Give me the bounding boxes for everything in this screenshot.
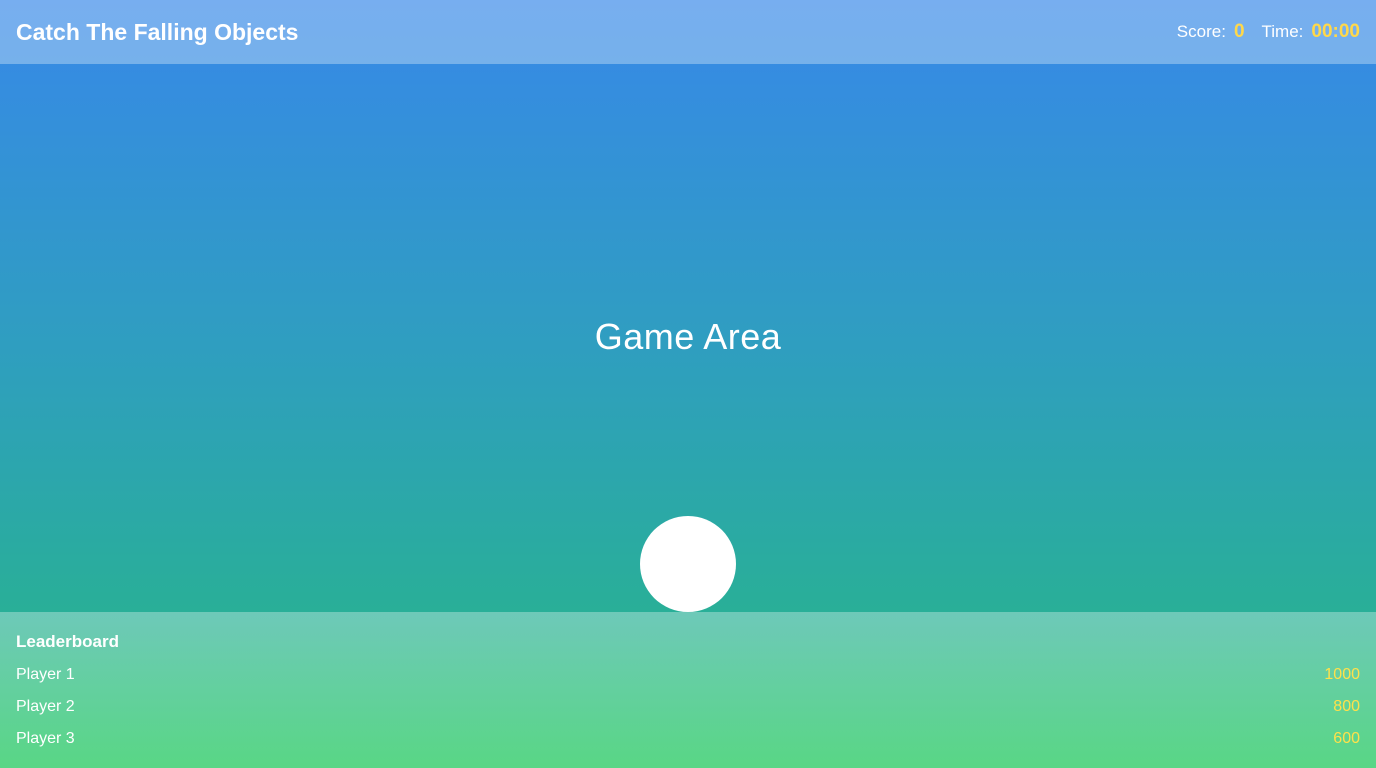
leaderboard-row: Player 1 1000 bbox=[16, 664, 1360, 696]
player-score: 800 bbox=[1333, 698, 1360, 715]
leaderboard-list: Player 1 1000 Player 2 800 Player 3 600 bbox=[16, 664, 1360, 760]
score-stat: Score: 0 bbox=[1177, 21, 1245, 43]
player-score: 1000 bbox=[1324, 666, 1360, 683]
player-name: Player 1 bbox=[16, 666, 75, 683]
game-screen: Catch The Falling Objects Score: 0 Time:… bbox=[0, 0, 1376, 768]
player-name: Player 2 bbox=[16, 698, 75, 715]
leaderboard: Leaderboard Player 1 1000 Player 2 800 P… bbox=[0, 612, 1376, 768]
player-name: Player 3 bbox=[16, 730, 75, 747]
game-title: Catch The Falling Objects bbox=[16, 18, 299, 45]
score-value: 0 bbox=[1233, 21, 1245, 42]
top-bar: Catch The Falling Objects Score: 0 Time:… bbox=[0, 0, 1376, 64]
time-stat: Time: 00:00 bbox=[1262, 21, 1360, 43]
game-area[interactable]: Game Area bbox=[0, 64, 1376, 612]
leaderboard-title: Leaderboard bbox=[16, 632, 119, 651]
leaderboard-row: Player 3 600 bbox=[16, 728, 1360, 760]
score-label: Score: bbox=[1176, 22, 1226, 41]
leaderboard-row: Player 2 800 bbox=[16, 696, 1360, 728]
stats-panel: Score: 0 Time: 00:00 bbox=[1177, 21, 1360, 43]
player-catcher[interactable] bbox=[640, 516, 736, 612]
time-value: 00:00 bbox=[1311, 21, 1360, 42]
player-score: 600 bbox=[1333, 730, 1360, 747]
time-label: Time: bbox=[1261, 22, 1304, 41]
game-area-label: Game Area bbox=[594, 316, 782, 357]
